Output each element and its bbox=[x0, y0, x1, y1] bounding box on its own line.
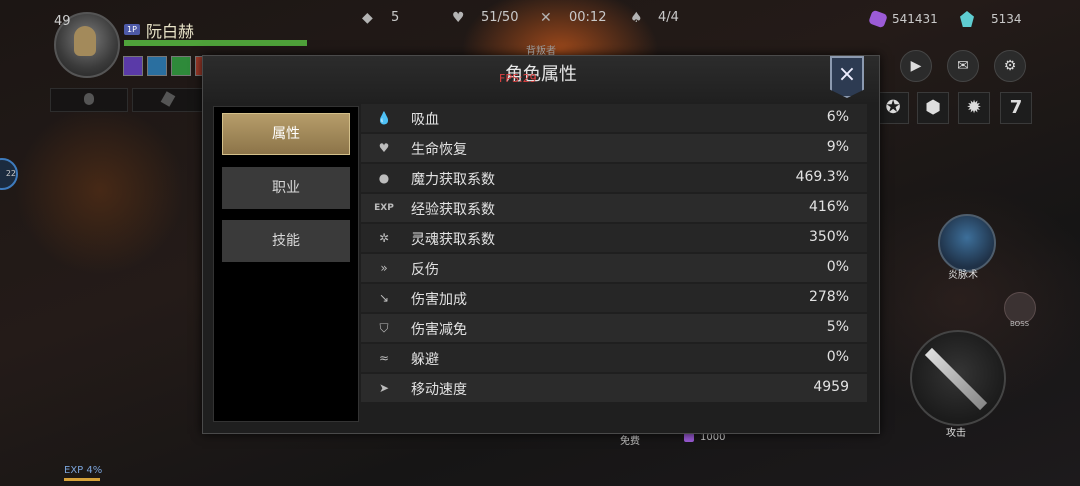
list-item: ↘ 伤害加成 278% bbox=[361, 284, 867, 312]
attr-value: 350% bbox=[808, 229, 849, 245]
buff-icon[interactable] bbox=[147, 56, 167, 76]
flame-icon: ♠ bbox=[630, 10, 643, 26]
attr-value: 6% bbox=[826, 109, 849, 125]
helmet-icon bbox=[74, 26, 96, 56]
hud-stat-timer: 00:12 bbox=[569, 10, 607, 25]
list-item: ≈ 躲避 0% bbox=[361, 344, 867, 372]
list-item: EXP 经验获取系数 416% bbox=[361, 194, 867, 222]
tab-attributes[interactable]: 属性 bbox=[222, 113, 350, 155]
heart-regen-icon: ♥ bbox=[378, 141, 390, 155]
drop-icon: 💧 bbox=[376, 111, 392, 125]
modal-title: 角色属性 bbox=[505, 64, 577, 85]
buff-icon[interactable] bbox=[171, 56, 191, 76]
attr-label: 反伤 bbox=[411, 262, 439, 278]
free-label[interactable]: 免费 bbox=[620, 432, 640, 447]
list-item: ♥ 生命恢复 9% bbox=[361, 134, 867, 162]
attr-label: 魔力获取系数 bbox=[411, 172, 495, 188]
attr-value: 278% bbox=[808, 289, 849, 305]
hp-bar bbox=[124, 40, 307, 46]
purple-gem-icon bbox=[868, 9, 888, 29]
list-item: ● 魔力获取系数 469.3% bbox=[361, 164, 867, 192]
attr-label: 吸血 bbox=[411, 112, 439, 128]
skill-button[interactable] bbox=[938, 214, 996, 272]
left-hud-tab[interactable] bbox=[50, 88, 128, 112]
attr-value: 416% bbox=[808, 199, 849, 215]
map-label: 背叛者 bbox=[526, 46, 556, 57]
attack-label: 攻击 bbox=[946, 428, 966, 439]
gear-icon[interactable]: ⚙ bbox=[994, 50, 1026, 82]
hud-stat-crystals: 5 bbox=[391, 10, 400, 25]
purple-gem-count: 541431 bbox=[892, 12, 938, 26]
boss-label: BOSS bbox=[1010, 320, 1030, 328]
attr-value: 4959 bbox=[813, 379, 849, 395]
player-name: 阮白赫 bbox=[146, 22, 195, 41]
crossed-swords-icon: ✕ bbox=[540, 10, 552, 26]
attr-label: 伤害加成 bbox=[411, 292, 467, 308]
list-item: ➤ 移动速度 4959 bbox=[361, 374, 867, 402]
seven-icon[interactable]: 7 bbox=[1000, 92, 1032, 124]
hud-stat-count: 4/4 bbox=[658, 10, 679, 25]
hex-icon[interactable]: ⬢ bbox=[917, 92, 949, 124]
tab-skills[interactable]: 技能 bbox=[222, 220, 350, 262]
exp-bar bbox=[64, 478, 100, 481]
soul-swirl-icon: ✲ bbox=[378, 231, 390, 245]
dodge-icon: ≈ bbox=[378, 351, 390, 365]
attr-value: 469.3% bbox=[795, 169, 849, 185]
modal-sidebar: 属性 职业 技能 bbox=[213, 106, 359, 422]
hud-stat-stamina: 51/50 bbox=[481, 10, 519, 25]
attr-label: 移动速度 bbox=[411, 382, 467, 398]
fps-counter: FPS:29 bbox=[499, 72, 537, 85]
attr-value: 0% bbox=[826, 259, 849, 275]
list-item: ✲ 灵魂获取系数 350% bbox=[361, 224, 867, 252]
attr-label: 生命恢复 bbox=[411, 142, 467, 158]
damage-up-icon: ↘ bbox=[378, 291, 390, 305]
exp-label: EXP 4% bbox=[64, 465, 103, 476]
player-badge: 1P bbox=[124, 24, 140, 35]
purple-gem-icon bbox=[684, 433, 694, 442]
attr-value: 9% bbox=[826, 139, 849, 155]
bomb-icon: ● bbox=[378, 171, 390, 185]
attr-label: 伤害减免 bbox=[411, 322, 467, 338]
list-item: ⛉ 伤害减免 5% bbox=[361, 314, 867, 342]
attr-label: 经验获取系数 bbox=[411, 202, 495, 218]
crystal-stack-icon: ◆ bbox=[362, 10, 373, 26]
shield-icon: ⛉ bbox=[379, 321, 389, 335]
mail-icon[interactable]: ✉ bbox=[947, 50, 979, 82]
player-level: 49 bbox=[54, 14, 71, 29]
attribute-list[interactable]: 💧 吸血 6% ♥ 生命恢复 9% ● 魔力获取系数 469.3% EXP 经验… bbox=[361, 104, 867, 422]
tab-class[interactable]: 职业 bbox=[222, 167, 350, 209]
play-icon[interactable]: ▶ bbox=[900, 50, 932, 82]
list-item: » 反伤 0% bbox=[361, 254, 867, 282]
teal-crystal-count: 5134 bbox=[991, 12, 1022, 26]
attr-value: 0% bbox=[826, 349, 849, 365]
reflect-icon: » bbox=[380, 261, 388, 275]
attr-label: 灵魂获取系数 bbox=[411, 232, 495, 248]
leaf-icon bbox=[160, 91, 176, 107]
top-hud: 49 1P 阮白赫 ◆ 5 ♥ 51/50 ✕ 00:12 ♠ 4/4 5414… bbox=[0, 0, 1080, 78]
side-bubble[interactable]: 22 bbox=[0, 158, 18, 190]
hp-bar-fill bbox=[124, 40, 307, 46]
exp-icon: EXP bbox=[374, 203, 394, 213]
teal-crystal-icon bbox=[960, 11, 974, 27]
skill-label: 炎脉术 bbox=[948, 270, 978, 281]
heart-pulse-icon: ♥ bbox=[452, 10, 465, 26]
rune-icon[interactable]: ✪ bbox=[877, 92, 909, 124]
attr-label: 躲避 bbox=[411, 352, 439, 368]
buff-icon[interactable] bbox=[123, 56, 143, 76]
list-item: 💧 吸血 6% bbox=[361, 104, 867, 132]
close-button[interactable]: × bbox=[830, 56, 864, 98]
boot-icon: ➤ bbox=[378, 381, 390, 395]
attr-value: 5% bbox=[826, 319, 849, 335]
left-hud-tab[interactable] bbox=[132, 88, 204, 112]
person-icon bbox=[84, 93, 94, 105]
gear-wheel-icon[interactable]: ✹ bbox=[958, 92, 990, 124]
character-attributes-modal: 背叛者 角色属性 FPS:29 × 属性 职业 技能 💧 吸血 6% ♥ 生命恢… bbox=[202, 46, 880, 434]
